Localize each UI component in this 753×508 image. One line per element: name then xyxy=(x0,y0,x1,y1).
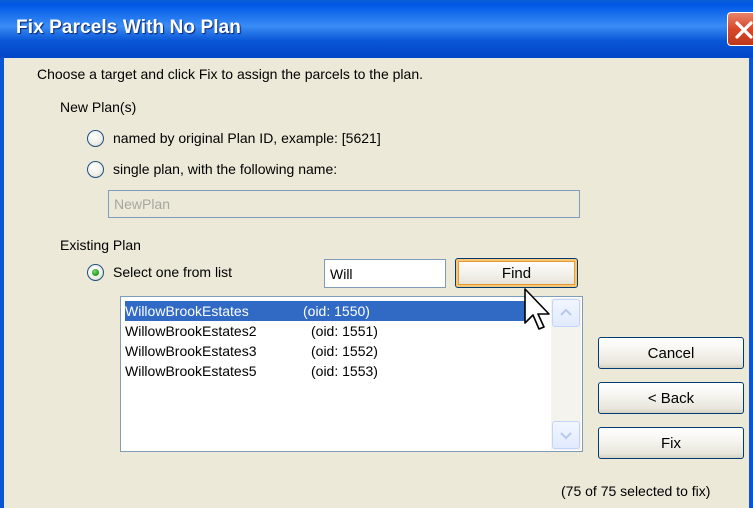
plan-name: WillowBrookEstates3 xyxy=(125,343,257,359)
new-plan-name-input[interactable] xyxy=(108,190,580,218)
existing-plan-heading: Existing Plan xyxy=(60,237,141,253)
plan-oid: (oid: 1551) xyxy=(311,323,378,339)
find-button[interactable]: Find xyxy=(455,258,578,288)
plan-oid: (oid: 1553) xyxy=(311,363,378,379)
list-item[interactable]: WillowBrookEstates2 (oid: 1551) xyxy=(125,321,525,341)
instructions-text: Choose a target and click Fix to assign … xyxy=(37,66,423,82)
plan-search-input[interactable] xyxy=(324,259,446,288)
mouse-cursor-icon xyxy=(524,288,550,330)
close-icon xyxy=(735,21,753,39)
radio-original-plan-id[interactable] xyxy=(87,130,104,147)
fix-button[interactable]: Fix xyxy=(598,427,744,459)
scroll-down-button[interactable] xyxy=(552,421,580,449)
title-bar[interactable]: Fix Parcels With No Plan xyxy=(0,0,753,58)
list-item[interactable]: WillowBrookEstates (oid: 1550) xyxy=(125,301,525,321)
radio-single-plan-label[interactable]: single plan, with the following name: xyxy=(113,161,337,177)
radio-select-from-list[interactable] xyxy=(87,264,104,281)
plan-oid: (oid: 1550) xyxy=(303,303,370,319)
list-item[interactable]: WillowBrookEstates5 (oid: 1553) xyxy=(125,361,525,381)
plan-name: WillowBrookEstates2 xyxy=(125,323,257,339)
list-scrollbar[interactable] xyxy=(551,298,581,450)
radio-select-from-list-label[interactable]: Select one from list xyxy=(113,264,232,280)
window-frame-right xyxy=(749,58,753,508)
chevron-up-icon xyxy=(560,308,572,316)
new-plans-heading: New Plan(s) xyxy=(60,99,137,115)
plan-name: WillowBrookEstates xyxy=(125,303,249,319)
list-item[interactable]: WillowBrookEstates3 (oid: 1552) xyxy=(125,341,525,361)
radio-original-plan-id-label[interactable]: named by original Plan ID, example: [562… xyxy=(113,130,381,146)
plan-name: WillowBrookEstates5 xyxy=(125,363,257,379)
chevron-down-icon xyxy=(560,432,572,440)
radio-selected-dot xyxy=(92,269,99,276)
window-title: Fix Parcels With No Plan xyxy=(16,17,242,38)
close-button[interactable] xyxy=(727,12,753,46)
selection-status: (75 of 75 selected to fix) xyxy=(561,483,711,499)
radio-single-plan[interactable] xyxy=(87,161,104,178)
plan-oid: (oid: 1552) xyxy=(311,343,378,359)
scroll-up-button[interactable] xyxy=(552,299,580,327)
window-frame-left xyxy=(0,58,4,508)
plan-listbox[interactable]: WillowBrookEstates (oid: 1550) WillowBro… xyxy=(120,296,583,452)
back-button[interactable]: < Back xyxy=(598,382,744,414)
cancel-button[interactable]: Cancel xyxy=(598,337,744,369)
